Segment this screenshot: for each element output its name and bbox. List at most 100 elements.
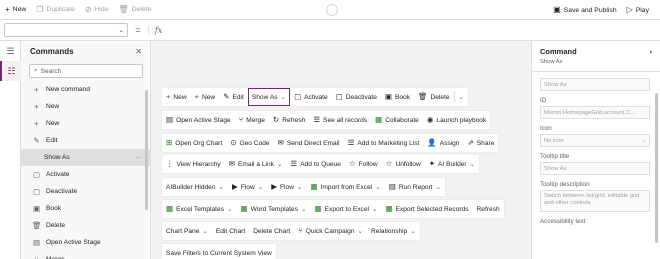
command-button[interactable]: ⊙ Geo Code: [226, 134, 273, 152]
command-button[interactable]: ☆ Follow: [345, 155, 382, 173]
formula-input[interactable]: [168, 20, 660, 41]
command-button[interactable]: Edit Chart: [212, 222, 249, 240]
save-publish-button[interactable]: ▣ Save and Publish: [548, 0, 621, 20]
command-button[interactable]: Refresh: [473, 200, 504, 218]
command-icon: ⑂: [238, 115, 244, 125]
tree-item[interactable]: Show As ···: [21, 149, 150, 166]
command-button[interactable]: ▤ Open Active Stage: [162, 111, 235, 129]
chevron-down-icon: ⌄: [469, 161, 476, 168]
command-button[interactable]: Relationship ⌄: [367, 222, 420, 240]
delete-button[interactable]: 🗑 Delete: [113, 0, 156, 20]
command-button[interactable]: ⑂ Merge: [235, 111, 269, 129]
logo-circle-icon: [326, 4, 338, 16]
command-label: Merge: [246, 116, 265, 124]
command-button[interactable]: Show As ⌄: [247, 88, 291, 106]
command-button[interactable]: ▦ Import from Excel ⌄: [306, 178, 384, 196]
duplicate-button[interactable]: ❐ Duplicate: [31, 0, 80, 20]
command-button[interactable]: ↻ Refresh: [269, 111, 309, 129]
command-label: Quick Campaign: [305, 227, 355, 235]
properties-scrollbar[interactable]: [655, 93, 658, 243]
tooltip-title-field[interactable]: Show As: [540, 162, 650, 175]
play-label: Play: [635, 6, 649, 14]
command-button[interactable]: ▦ Export to Excel ⌄: [311, 200, 382, 218]
tree-item[interactable]: + New command: [21, 81, 150, 98]
watermark-logo: [310, 2, 354, 18]
command-button[interactable]: ✎ Edit: [219, 88, 248, 106]
command-button[interactable]: + New: [191, 88, 220, 106]
tree-scrollbar[interactable]: [145, 90, 148, 210]
tooltip-description-field[interactable]: Switch between list/grid, editable grid …: [540, 190, 650, 212]
hide-button[interactable]: ⊘ Hide: [80, 0, 114, 20]
close-icon[interactable]: ✕: [135, 47, 142, 56]
tree-item[interactable]: ▢ Deactivate: [21, 183, 150, 200]
tree-item-label: Activate: [46, 171, 70, 178]
command-button[interactable]: ▣ Book: [381, 88, 414, 106]
command-button[interactable]: Chart Pane ⌄: [162, 222, 212, 240]
more-options-icon[interactable]: ···: [135, 154, 142, 161]
tree-item[interactable]: ⑂Merge: [21, 251, 150, 259]
tree-item[interactable]: ▢ Activate: [21, 166, 150, 183]
command-button[interactable]: ▦ Excel Templates ⌄: [162, 200, 237, 218]
tree-item[interactable]: ▣ Book: [21, 200, 150, 217]
tree-item-icon: +: [34, 85, 39, 94]
equals-sign: =: [135, 25, 141, 35]
command-button[interactable]: ⇗ Share: [463, 134, 498, 152]
command-label: Flow: [280, 183, 294, 191]
tree-item[interactable]: + New: [21, 115, 150, 132]
label-field[interactable]: Show As: [540, 78, 650, 91]
chevron-down-icon: ⌄: [301, 206, 307, 213]
tree-item-icon: ▤: [32, 238, 41, 247]
command-icon: ☰: [313, 115, 321, 125]
command-button[interactable]: 👤 Assign: [423, 134, 463, 152]
hamburger-icon[interactable]: ☰: [0, 41, 21, 61]
tree-item[interactable]: 🗑 Delete: [21, 217, 150, 234]
command-label: Export to Excel: [324, 205, 369, 213]
chevron-down-icon: ⌄: [435, 184, 442, 191]
command-button[interactable]: ▦ Export Selected Records: [382, 200, 473, 218]
command-button[interactable]: ◉ Launch playbook: [423, 111, 490, 129]
command-button[interactable]: ☰ See all records: [309, 111, 371, 129]
command-button[interactable]: + New: [162, 88, 191, 106]
command-button[interactable]: Delete Chart: [249, 222, 294, 240]
command-button[interactable]: ☰ Add to Queue: [286, 155, 344, 173]
command-icon: ✉: [277, 138, 284, 148]
command-button[interactable]: ▢ Activate: [290, 88, 332, 106]
command-button[interactable]: ▢ Deactivate: [332, 88, 381, 106]
tree-item[interactable]: ✎ Edit: [21, 132, 150, 149]
command-button[interactable]: ⌄: [455, 88, 469, 106]
command-button[interactable]: ▦ Word Templates ⌄: [237, 200, 311, 218]
search-input[interactable]: ⌕ Search: [29, 64, 143, 78]
command-button[interactable]: 🗑 Delete: [414, 88, 454, 106]
command-button[interactable]: ▶ Flow ⌄: [267, 178, 306, 196]
property-selector[interactable]: ⌄: [4, 23, 128, 37]
command-button[interactable]: ☰ Add to Marketing List: [344, 134, 424, 152]
id-field[interactable]: Mscrm.HomepageGrid.account.C...: [540, 106, 650, 119]
command-button[interactable]: ▦ Collaborate: [371, 111, 423, 129]
command-bar: + New ❐ Duplicate ⊘ Hide 🗑 Delete ▣ Save and …: [0, 0, 660, 20]
chevron-down-icon: ⌄: [276, 161, 283, 168]
play-button[interactable]: ▷ Play: [622, 0, 654, 20]
command-button[interactable]: ☆ Unfollow: [382, 155, 425, 173]
command-button[interactable]: ✦ AI Builder ⌄: [425, 155, 479, 173]
command-button[interactable]: Save Filters to Current System View: [162, 244, 276, 259]
command-button[interactable]: ▤ Run Report ⌄: [385, 178, 445, 196]
command-button[interactable]: ⋮ View Hierarchy: [162, 155, 225, 173]
tree-item[interactable]: + New: [21, 98, 150, 115]
command-button[interactable]: ▶ Flow ⌄: [228, 178, 267, 196]
new-button[interactable]: + New: [0, 0, 31, 20]
command-label: Refresh: [282, 116, 306, 124]
tree-item-label: Delete: [46, 222, 66, 229]
command-icon: ▦: [240, 204, 248, 214]
trash-icon: 🗑: [118, 4, 129, 14]
chevron-right-icon[interactable]: ›: [650, 47, 653, 56]
command-button[interactable]: ⊞ Open Org Chart: [162, 134, 226, 152]
command-button[interactable]: AIBuilder Hidden ⌄: [162, 178, 228, 196]
command-button[interactable]: ✉ Send Direct Email: [274, 134, 344, 152]
tree-view-icon[interactable]: ☷: [0, 61, 21, 81]
command-button[interactable]: ⑂ Quick Campaign ⌄: [294, 222, 367, 240]
tree-item[interactable]: ▤ Open Active Stage: [21, 234, 150, 251]
icon-dropdown[interactable]: No icon ⌄: [540, 134, 650, 147]
command-button[interactable]: ✉ Email a Link ⌄: [225, 155, 287, 173]
tree-item-label: Show As: [44, 154, 70, 161]
command-bar-row: ▤ Open Active Stage ⑂ Merge ↻ Refresh ☰ See all…: [162, 111, 491, 129]
